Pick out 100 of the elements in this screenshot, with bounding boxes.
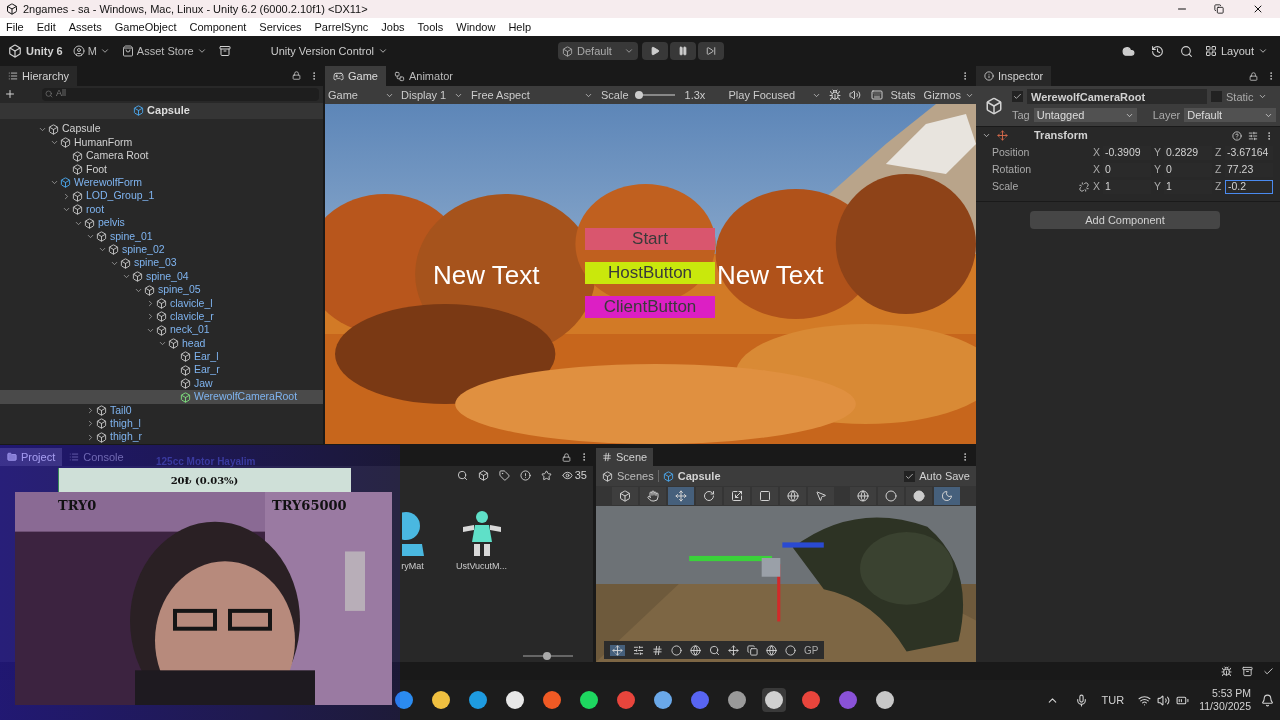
move-icon[interactable] [728, 644, 739, 656]
rect-tool-icon[interactable] [752, 487, 778, 505]
circle-icon[interactable] [785, 644, 796, 656]
tree-item[interactable]: Jaw [0, 377, 323, 391]
auto-save-checkbox[interactable] [904, 470, 916, 482]
lock-icon[interactable] [562, 453, 571, 462]
number-field[interactable]: -0.2 [1225, 179, 1273, 194]
layout-button[interactable]: Layout [1204, 42, 1268, 60]
moon-icon[interactable] [934, 487, 960, 505]
inspector-tab[interactable]: Inspector [976, 66, 1052, 86]
preset-icon[interactable] [1248, 130, 1258, 141]
breadcrumb-item[interactable]: Capsule [677, 467, 721, 485]
help-icon[interactable] [1232, 130, 1242, 141]
tree-item[interactable]: clavicle_l [0, 296, 323, 311]
step-button[interactable] [698, 42, 725, 60]
tree-item[interactable]: head [0, 336, 323, 351]
view-dropdown[interactable]: Game [325, 86, 397, 104]
search-icon[interactable] [1179, 44, 1193, 58]
tree-item[interactable]: clavicle_r [0, 310, 323, 324]
name-field[interactable]: WerewolfCameraRoot [1027, 89, 1207, 105]
menu-item[interactable]: Help [508, 18, 531, 36]
stats-button[interactable]: Stats [890, 86, 916, 104]
tree-item[interactable]: WerewolfCameraRoot [0, 390, 323, 404]
audio-icon[interactable] [848, 89, 861, 101]
label-icon[interactable] [498, 469, 510, 481]
view-tool-icon[interactable] [612, 487, 638, 505]
notification-icon[interactable] [1261, 693, 1274, 707]
menu-item[interactable]: GameObject [114, 18, 177, 36]
tree-item[interactable]: spine_04 [0, 269, 323, 284]
wifi-icon[interactable] [1138, 693, 1152, 707]
view-tab[interactable]: Animator [385, 66, 461, 86]
menu-item[interactable]: Jobs [381, 18, 405, 36]
layout-mode-button[interactable]: Default [558, 42, 639, 60]
account-label[interactable]: Unity 6 [26, 42, 63, 60]
tree-item[interactable]: HumanForm [0, 136, 323, 150]
menu-item[interactable]: Tools [417, 18, 444, 36]
tree-item[interactable]: Ear_r [0, 363, 323, 378]
panel-tab[interactable]: Project [0, 448, 63, 466]
circle-icon[interactable] [671, 644, 682, 656]
tree-item[interactable]: pelvis [0, 216, 323, 230]
sliders-icon[interactable] [633, 644, 644, 656]
active-checkbox[interactable] [1012, 91, 1023, 103]
tree-item[interactable]: Foot [0, 162, 323, 177]
bug-icon[interactable] [1221, 665, 1232, 677]
bug-icon[interactable] [828, 89, 841, 101]
overlay-label[interactable]: GP [804, 642, 819, 658]
layer-dropdown[interactable]: Default [1184, 108, 1277, 123]
tree-item[interactable]: Capsule [0, 122, 323, 136]
menu-item[interactable]: Services [259, 18, 302, 36]
tree-item[interactable]: Ear_l [0, 350, 323, 364]
keyboard-icon[interactable] [870, 89, 883, 101]
archive-icon[interactable] [218, 45, 231, 57]
asset-name[interactable]: ryMat [401, 560, 424, 574]
tree-item[interactable]: Camera Root [0, 149, 323, 163]
tree-item[interactable]: thigh_l [0, 417, 323, 431]
add-component-button[interactable]: Add Component [1030, 211, 1220, 229]
version-control-button[interactable]: Unity Version Control [270, 42, 389, 60]
check-icon[interactable] [1263, 665, 1274, 677]
view-tab[interactable]: Game [325, 66, 386, 86]
rotate-tool-icon[interactable] [696, 487, 722, 505]
clock-time[interactable]: 5:53 PM [1211, 687, 1251, 700]
globe-icon[interactable] [690, 644, 701, 656]
lock-icon[interactable] [292, 71, 301, 81]
warning-icon[interactable] [519, 469, 531, 481]
scene-tab[interactable]: Scene [596, 448, 654, 466]
zoom-slider-thumb[interactable] [543, 652, 551, 660]
tag-dropdown[interactable]: Untagged [1033, 108, 1137, 123]
move-tool-icon[interactable] [668, 487, 694, 505]
link-icon[interactable] [1079, 181, 1089, 192]
copy-icon[interactable] [747, 644, 758, 656]
hierarchy-tab[interactable]: Hierarchy [0, 66, 78, 86]
search-field[interactable]: All [42, 87, 319, 101]
play-button[interactable] [642, 42, 669, 60]
menu-item[interactable]: ParrelSync [314, 18, 369, 36]
tree-item[interactable]: spine_01 [0, 229, 323, 244]
asset-store-button[interactable]: Asset Store [121, 42, 207, 60]
display-dropdown[interactable]: Display 1 [397, 86, 467, 104]
hand-tool-icon[interactable] [640, 487, 666, 505]
tree-item[interactable]: spine_05 [0, 283, 323, 297]
globe-icon[interactable] [766, 644, 777, 656]
breadcrumb-item[interactable]: Scenes [617, 467, 654, 485]
menu-item[interactable]: Edit [36, 18, 56, 36]
cloud-icon[interactable] [1121, 44, 1135, 58]
tree-item[interactable]: WerewolfForm [0, 176, 323, 190]
history-icon[interactable] [1150, 44, 1164, 58]
volume-icon[interactable] [1157, 693, 1171, 707]
tree-item[interactable]: root [0, 202, 323, 217]
restore-icon[interactable] [1214, 4, 1224, 14]
pointer-tool-icon[interactable] [808, 487, 834, 505]
microphone-icon[interactable] [1074, 693, 1088, 707]
asset-name[interactable]: UstVucutM... [455, 560, 508, 574]
transform-tool-icon[interactable] [780, 487, 806, 505]
menu-item[interactable]: Assets [68, 18, 102, 36]
language-indicator[interactable]: TUR [1101, 691, 1125, 709]
aspect-dropdown[interactable]: Free Aspect [467, 86, 597, 104]
menu-item[interactable]: File [6, 18, 24, 36]
add-icon[interactable] [4, 88, 16, 101]
pause-button[interactable] [670, 42, 697, 60]
gizmos-button[interactable]: Gizmos [923, 86, 974, 104]
favorite-icon[interactable] [540, 469, 552, 481]
